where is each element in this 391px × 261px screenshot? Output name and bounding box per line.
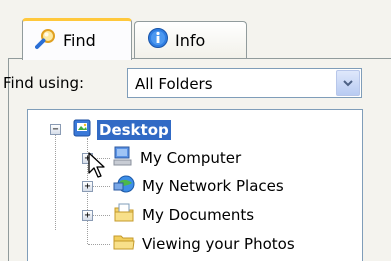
chevron-down-icon xyxy=(343,80,353,87)
my-computer-icon xyxy=(113,145,133,171)
desktop-icon xyxy=(72,118,92,142)
find-pane: Find Info Find using: All Folders − Desk… xyxy=(0,0,391,261)
find-using-value: All Folders xyxy=(135,75,213,93)
tree-connector xyxy=(88,244,110,245)
find-using-label: Find using: xyxy=(3,74,85,92)
tree-item-viewing-photos[interactable]: Viewing your Photos xyxy=(113,230,295,258)
tree-item-network-places[interactable]: My Network Places xyxy=(113,172,284,200)
tab-find-label: Find xyxy=(63,31,96,50)
find-magnifier-icon xyxy=(35,28,57,54)
expand-toggle[interactable]: + xyxy=(82,210,93,221)
mouse-cursor-icon xyxy=(88,152,108,184)
tree-item-label: My Documents xyxy=(142,206,255,224)
tree-item-my-computer[interactable]: My Computer xyxy=(113,144,241,172)
folder-icon xyxy=(113,232,135,256)
dropdown-button[interactable] xyxy=(336,70,360,96)
collapse-toggle[interactable]: − xyxy=(50,124,61,135)
tree-item-label: My Computer xyxy=(140,149,242,167)
tree-item-my-documents[interactable]: My Documents xyxy=(113,201,254,229)
tree-connector xyxy=(55,130,56,230)
tab-info[interactable]: Info xyxy=(134,21,247,58)
tree-item-desktop[interactable]: Desktop xyxy=(72,116,171,144)
tree-item-label: Desktop xyxy=(97,120,171,140)
tree-item-label: Viewing your Photos xyxy=(142,235,295,253)
network-places-icon xyxy=(113,173,135,199)
tree-item-label: My Network Places xyxy=(142,177,284,195)
info-icon xyxy=(147,27,169,53)
my-documents-icon xyxy=(113,202,135,228)
find-using-select[interactable]: All Folders xyxy=(127,68,362,98)
tab-info-label: Info xyxy=(175,30,206,50)
folder-tree[interactable]: − Desktop + My Computer + My Network Pla… xyxy=(27,109,363,261)
tab-find[interactable]: Find xyxy=(22,18,132,60)
